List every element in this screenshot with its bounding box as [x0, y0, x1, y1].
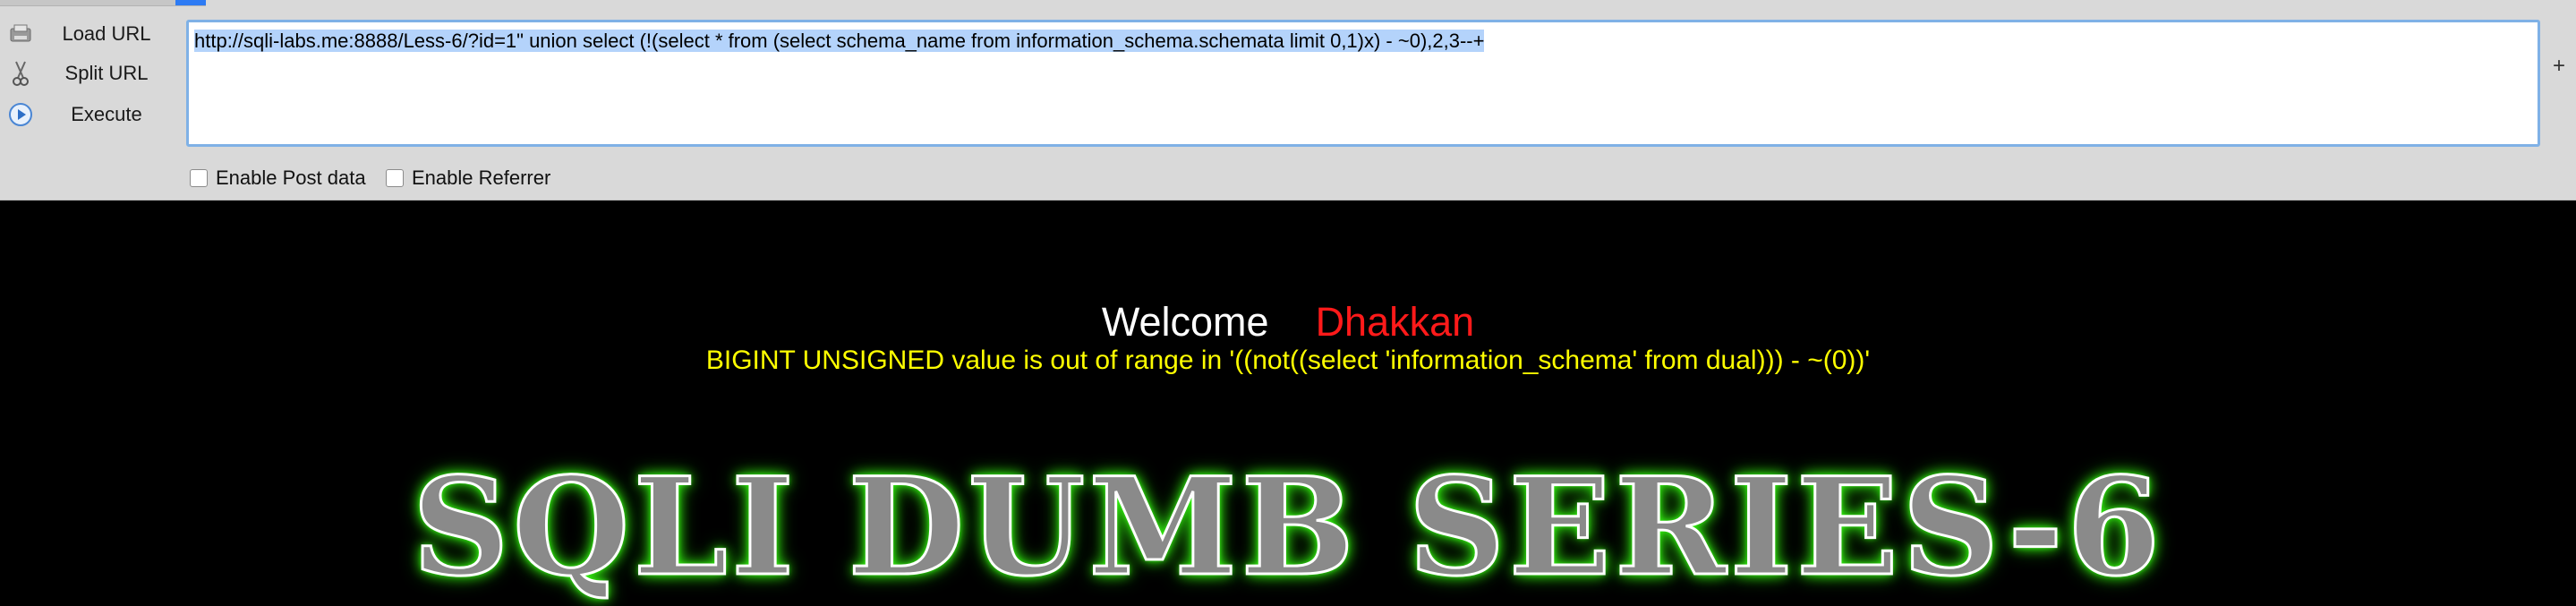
add-field-button[interactable]: + — [2553, 54, 2565, 79]
load-url-button[interactable]: Load URL — [5, 15, 184, 53]
url-input[interactable]: http://sqli-labs.me:8888/Less-6/?id=1" u… — [186, 20, 2540, 147]
scissors-icon — [5, 58, 36, 89]
welcome-line: Welcome Dhakkan — [0, 299, 2576, 346]
tab-strip-accent — [175, 0, 206, 5]
enable-post-option[interactable]: Enable Post data — [190, 166, 366, 190]
welcome-label: Welcome — [1101, 299, 1269, 345]
welcome-name: Dhakkan — [1315, 299, 1475, 345]
enable-referrer-checkbox[interactable] — [386, 169, 404, 187]
hackbar-toolbar: Load URL Split URL Execute http://sqli-l… — [0, 0, 2576, 201]
load-url-icon — [5, 19, 36, 49]
series-banner: SQLI DUMB SERIES-6 — [411, 448, 2164, 606]
split-url-label: Split URL — [64, 62, 149, 84]
enable-referrer-label: Enable Referrer — [412, 166, 551, 189]
enable-post-label: Enable Post data — [216, 166, 366, 189]
load-url-label: Load URL — [62, 22, 151, 45]
enable-referrer-option[interactable]: Enable Referrer — [386, 166, 550, 190]
execute-label: Execute — [71, 103, 142, 125]
play-icon — [5, 99, 36, 130]
split-url-button[interactable]: Split URL — [5, 55, 184, 92]
page-content: Welcome Dhakkan BIGINT UNSIGNED value is … — [0, 201, 2576, 596]
error-message: BIGINT UNSIGNED value is out of range in… — [705, 346, 1871, 375]
enable-post-checkbox[interactable] — [190, 169, 208, 187]
url-input-text: http://sqli-labs.me:8888/Less-6/?id=1" u… — [194, 30, 1485, 52]
execute-button[interactable]: Execute — [5, 96, 184, 133]
